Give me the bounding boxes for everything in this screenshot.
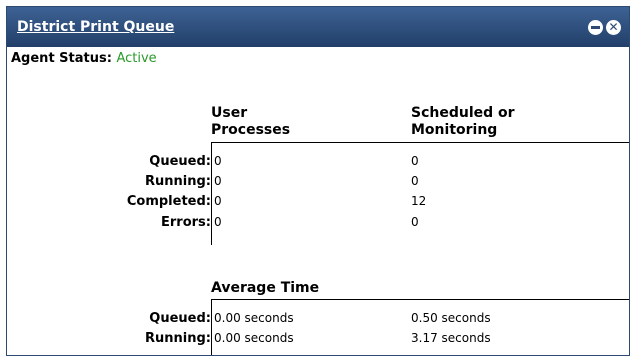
minimize-bar (591, 25, 600, 29)
row-label-running: Running: (145, 174, 211, 189)
row-label-queued: Queued: (149, 154, 211, 169)
completed-user-value: 0 (214, 194, 222, 208)
queued-scheduled-value: 0 (411, 154, 419, 168)
agent-status-label: Agent Status: (11, 51, 112, 66)
row-label-completed: Completed: (126, 194, 211, 209)
average-time-left-rule (211, 299, 212, 355)
completed-scheduled-value: 12 (411, 194, 427, 208)
errors-scheduled-value: 0 (411, 215, 419, 229)
titlebar-controls: ✕ (588, 19, 621, 35)
scheduled-monitoring-header: Scheduled or Monitoring (411, 105, 515, 139)
row-label-errors: Errors: (161, 215, 211, 230)
panel-titlebar: District Print Queue ✕ (7, 7, 629, 47)
agent-status-value: Active (116, 51, 157, 66)
avg-row-label-running: Running: (145, 331, 211, 346)
avg-queued-scheduled-value: 0.50 seconds (411, 311, 491, 325)
scheduled-monitoring-header-line1: Scheduled or (411, 105, 515, 121)
running-scheduled-value: 0 (411, 174, 419, 188)
queued-user-value: 0 (214, 154, 222, 168)
user-processes-header: User Processes (211, 105, 290, 139)
minimize-icon[interactable] (588, 19, 603, 35)
user-processes-header-line2: Processes (211, 122, 291, 138)
avg-row-label-queued: Queued: (149, 311, 211, 326)
avg-running-scheduled-value: 3.17 seconds (411, 331, 491, 345)
close-x-glyph: ✕ (608, 19, 619, 34)
process-table-top-rule (211, 142, 629, 143)
average-time-top-rule (211, 299, 629, 300)
district-print-queue-panel: District Print Queue ✕ Agent Status: Act… (6, 6, 630, 356)
avg-running-user-value: 0.00 seconds (214, 331, 294, 345)
agent-status: Agent Status: Active (11, 51, 157, 66)
average-time-header: Average Time (211, 280, 320, 296)
process-table-left-rule (211, 142, 212, 245)
errors-user-value: 0 (214, 215, 222, 229)
scheduled-monitoring-header-line2: Monitoring (411, 122, 498, 138)
running-user-value: 0 (214, 174, 222, 188)
avg-queued-user-value: 0.00 seconds (214, 311, 294, 325)
user-processes-header-line1: User (211, 105, 248, 121)
panel-title-link[interactable]: District Print Queue (17, 19, 174, 35)
close-icon[interactable]: ✕ (606, 19, 621, 35)
